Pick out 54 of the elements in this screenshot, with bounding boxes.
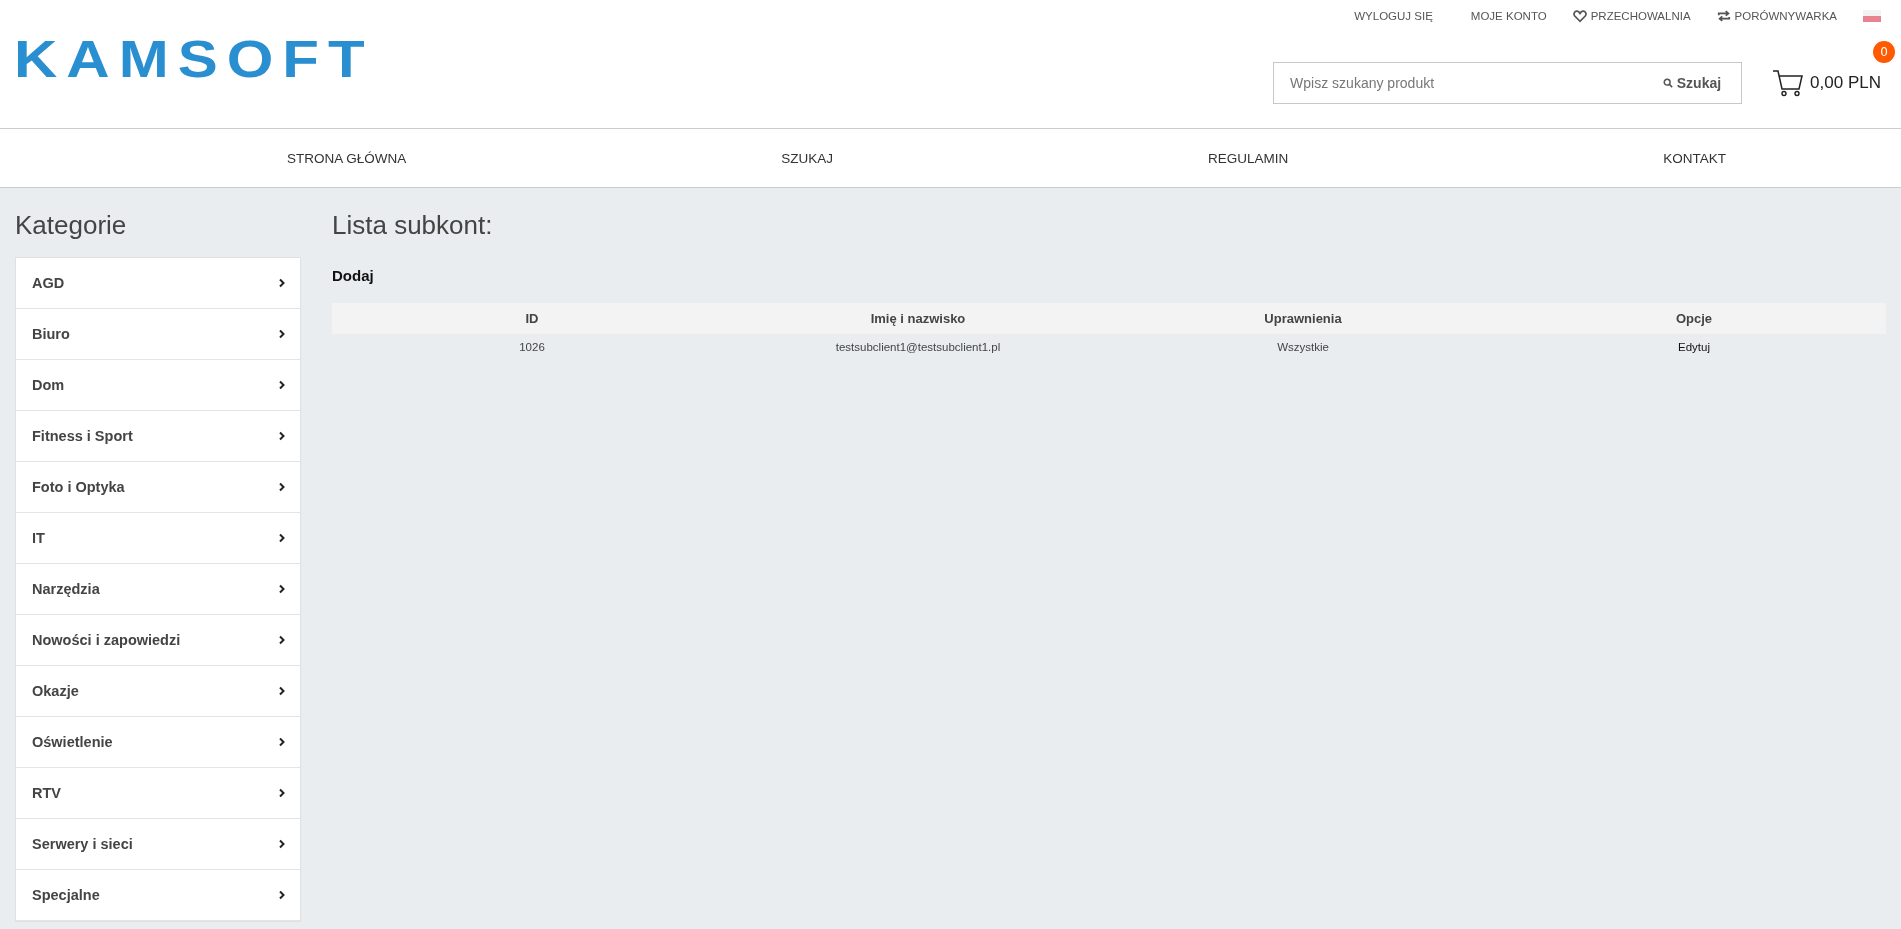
- search-button[interactable]: Szukaj: [1656, 74, 1742, 92]
- add-link[interactable]: Dodaj: [332, 267, 374, 284]
- header-link[interactable]: PORÓWNYWARKA: [1716, 9, 1837, 23]
- category-item[interactable]: RTV: [16, 768, 300, 819]
- chevron-icon: [278, 839, 286, 849]
- chevron-icon: [278, 329, 286, 339]
- edit-link[interactable]: Edytuj: [1678, 341, 1710, 353]
- table-cell-text: Wszystkie: [1276, 341, 1330, 353]
- chevron-icon: [278, 278, 286, 288]
- category-item[interactable]: Biuro: [16, 309, 300, 360]
- header-link[interactable]: MOJE KONTO: [1470, 10, 1547, 22]
- cart-count-badge: 0: [1873, 41, 1895, 63]
- heart-icon: [1572, 9, 1587, 23]
- page-title: Lista subkont:: [332, 210, 494, 241]
- chevron-icon: [278, 788, 286, 798]
- column-header: Uprawnienia: [1263, 311, 1343, 326]
- chevron-icon: [278, 890, 286, 900]
- chevron-icon: [278, 431, 286, 441]
- search-icon: [1662, 78, 1673, 88]
- nav-link[interactable]: REGULAMIN: [1207, 150, 1289, 166]
- category-item[interactable]: Nowości i zapowiedzi: [16, 615, 300, 666]
- nav-link[interactable]: KONTAKT: [1663, 150, 1726, 166]
- category-item[interactable]: Serwery i sieci: [16, 819, 300, 870]
- header-link[interactable]: WYLOGUJ SIĘ: [1354, 10, 1433, 22]
- column-header: Imię i nazwisko: [869, 311, 967, 326]
- column-header: ID: [524, 311, 540, 326]
- category-item[interactable]: IT: [16, 513, 300, 564]
- category-item[interactable]: Narzędzia: [16, 564, 300, 615]
- nav-link[interactable]: STRONA GŁÓWNA: [287, 150, 407, 166]
- category-item[interactable]: Dom: [16, 360, 300, 411]
- sidebar-title: Kategorie: [15, 210, 128, 241]
- chevron-icon: [278, 584, 286, 594]
- chevron-icon: [278, 635, 286, 645]
- cart-icon[interactable]: [1772, 69, 1805, 97]
- chevron-icon: [278, 482, 286, 492]
- logo[interactable]: KAMSOFT: [14, 34, 374, 79]
- chevron-icon: [278, 737, 286, 747]
- chevron-icon: [278, 380, 286, 390]
- nav-link[interactable]: SZUKAJ: [781, 150, 833, 166]
- search-field[interactable]: Wpisz szukany produkt Szukaj: [1273, 62, 1743, 104]
- table-cell-text: 1026: [518, 341, 546, 353]
- chevron-icon: [278, 686, 286, 696]
- chevron-icon: [278, 533, 286, 543]
- table-cell-text: testsubclient1@testsubclient1.pl: [834, 341, 1002, 353]
- header-link[interactable]: PRZECHOWALNIA: [1572, 9, 1691, 23]
- category-item[interactable]: Oświetlenie: [16, 717, 300, 768]
- category-item[interactable]: AGD: [16, 258, 300, 309]
- column-header: Opcje: [1674, 311, 1714, 326]
- category-item[interactable]: Foto i Optyka: [16, 462, 300, 513]
- category-item[interactable]: Specjalne: [16, 870, 300, 921]
- arrows-icon: [1716, 9, 1731, 23]
- cart-total[interactable]: 0,00 PLN: [1810, 73, 1881, 93]
- category-item[interactable]: Okazje: [16, 666, 300, 717]
- category-item[interactable]: Fitness i Sport: [16, 411, 300, 462]
